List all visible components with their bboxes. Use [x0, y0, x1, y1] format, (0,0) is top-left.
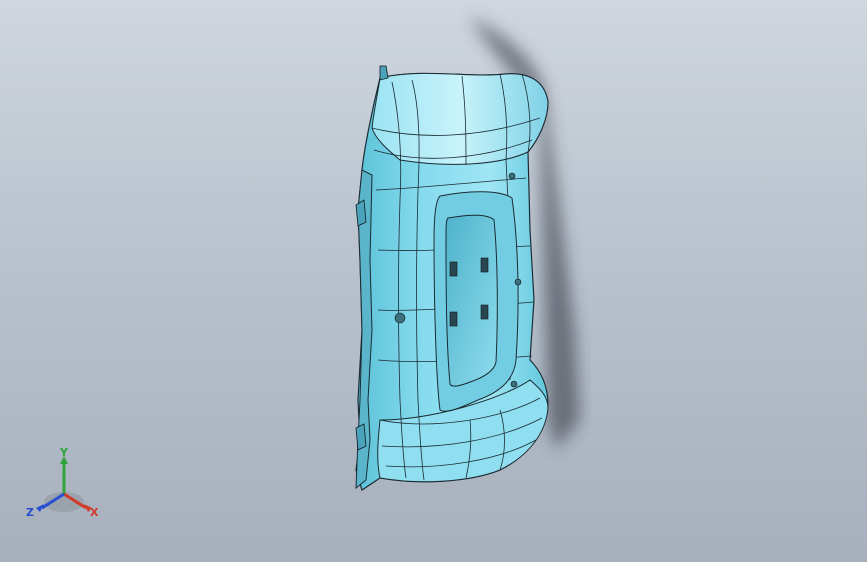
- x-axis-label: X: [90, 506, 99, 519]
- clip: [480, 304, 489, 320]
- hole: [394, 312, 406, 324]
- clip: [449, 311, 458, 327]
- hole: [508, 172, 516, 180]
- cad-viewport[interactable]: Y X Z: [0, 0, 867, 562]
- top-cap-surface: [371, 72, 549, 165]
- hole: [514, 278, 522, 286]
- tab: [355, 423, 367, 451]
- hole: [510, 380, 518, 388]
- y-axis-label: Y: [59, 448, 69, 459]
- clip: [480, 257, 489, 273]
- bumper-part-model[interactable]: [0, 0, 867, 562]
- tab: [379, 65, 389, 81]
- tab: [355, 199, 367, 227]
- z-axis-label: Z: [26, 506, 34, 519]
- axis-triad: Y X Z: [26, 448, 99, 519]
- clip: [449, 261, 458, 277]
- license-plate-pocket: [445, 214, 498, 387]
